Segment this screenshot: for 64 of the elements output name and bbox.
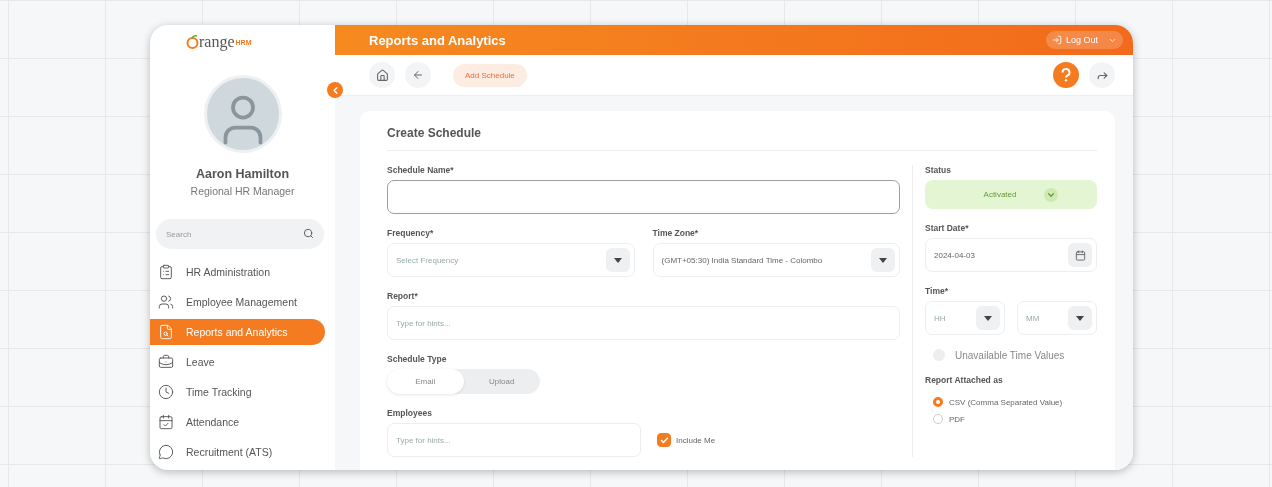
caret-icon xyxy=(976,306,1000,330)
checkbox-label: Include Me xyxy=(676,435,716,445)
collapse-button[interactable] xyxy=(327,82,343,98)
chat-bubble-icon xyxy=(158,444,174,460)
nav-item[interactable]: Recruitment (ATS) xyxy=(150,439,325,465)
field-label: Time Zone* xyxy=(652,228,700,238)
share-button[interactable] xyxy=(1089,62,1115,88)
field-label: Report Attached as xyxy=(925,375,1004,385)
date-field[interactable]: 2024-04-03 xyxy=(925,238,1097,272)
field-label: Time* xyxy=(925,286,949,296)
segment-tab[interactable]: Upload xyxy=(463,369,540,394)
help-button[interactable] xyxy=(1053,62,1079,88)
field-label: Status xyxy=(925,165,952,175)
clock-icon xyxy=(158,384,174,400)
calendar-check-icon xyxy=(158,414,174,430)
time-zone-select[interactable]: (GMT+05:30) India Standard Time - Colombo xyxy=(652,243,900,277)
field-label: Start Date* xyxy=(925,223,970,233)
home-button[interactable] xyxy=(369,62,395,88)
segment-tab[interactable]: Email xyxy=(387,369,464,394)
field-label: Schedule Name* xyxy=(387,165,455,175)
caret-icon xyxy=(1068,306,1092,330)
search-field[interactable]: Search xyxy=(156,219,324,249)
radio-label: CSV (Comma Separated Value) xyxy=(949,397,1063,407)
field-label: Frequency* xyxy=(387,228,435,238)
hour-select[interactable]: HH xyxy=(925,301,1005,335)
radio-button[interactable] xyxy=(933,397,943,407)
user-role: Regional HR Manager xyxy=(189,185,296,197)
logo-text: range xyxy=(199,33,235,51)
caret-icon xyxy=(871,248,895,272)
nav-item[interactable]: Time Tracking xyxy=(150,379,325,405)
status-select[interactable]: Activated xyxy=(925,180,1097,209)
chevron-icon xyxy=(1044,187,1059,202)
home-icon xyxy=(375,68,389,82)
calendar-icon xyxy=(1068,243,1092,267)
field-label: Schedule Type xyxy=(387,354,448,364)
input-field[interactable] xyxy=(387,180,900,214)
login-icon xyxy=(1051,35,1062,45)
nav-item[interactable]: Reports and Analytics xyxy=(150,319,325,345)
page-title: Reports and Analytics xyxy=(369,32,506,48)
users-icon xyxy=(158,294,174,310)
add-schedule-tab[interactable]: Add Schedule xyxy=(453,63,527,87)
radio-label: PDF xyxy=(949,414,965,424)
back-arrow-icon xyxy=(412,69,424,81)
logout-button[interactable]: Log Out xyxy=(1045,31,1123,49)
toggle-label: Unavailable Time Values xyxy=(955,349,1065,361)
file-search-icon xyxy=(158,324,174,340)
search-icon xyxy=(303,228,314,239)
nav-item[interactable]: Leave xyxy=(150,349,325,375)
minute-select[interactable]: MM xyxy=(1017,301,1097,335)
frequency-select[interactable]: Select Frequency xyxy=(387,243,635,277)
field-label: Report* xyxy=(387,291,419,301)
question-mark-icon xyxy=(1060,68,1072,82)
nav-item[interactable]: HR Administration xyxy=(150,259,325,285)
fruit-logo-icon xyxy=(186,35,199,49)
briefcase-icon xyxy=(158,354,174,370)
checkbox[interactable] xyxy=(657,433,671,447)
card-title: Create Schedule xyxy=(387,126,1097,151)
clipboard-icon xyxy=(158,264,174,280)
nav-item[interactable]: Attendance xyxy=(150,409,325,435)
caret-icon xyxy=(605,248,630,272)
nav-item[interactable]: Employee Management xyxy=(150,289,325,315)
user-name: Aaron Hamilton xyxy=(194,167,291,181)
back-button[interactable] xyxy=(405,62,431,88)
field-label: Employees xyxy=(387,408,433,418)
